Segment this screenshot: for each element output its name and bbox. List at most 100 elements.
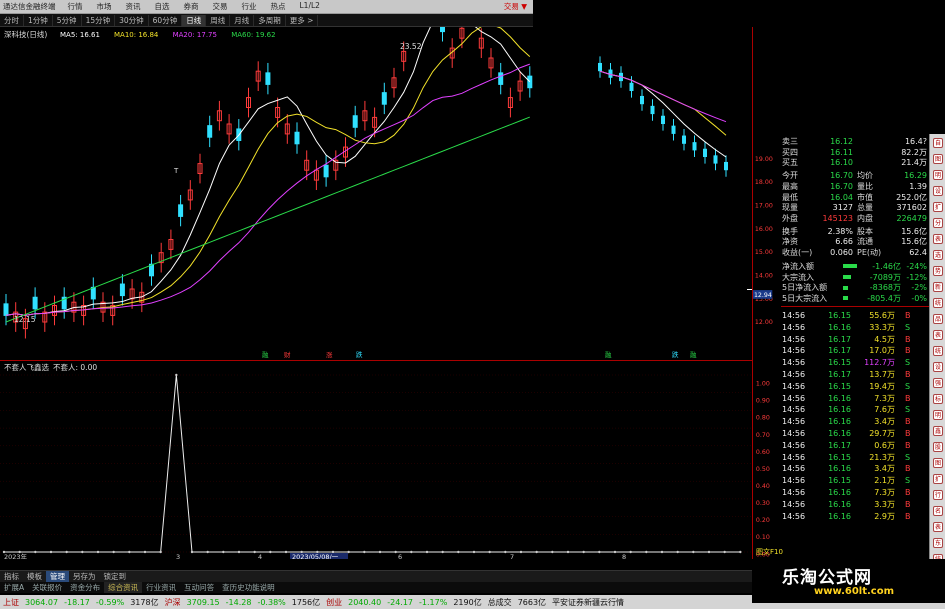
indicator-point (394, 550, 397, 554)
side-tool-icon[interactable]: 势 (933, 266, 943, 276)
side-tool-icon[interactable]: 表 (933, 330, 943, 340)
event-mark-0[interactable]: 融 (262, 350, 269, 359)
event-mark-4[interactable]: 融 (605, 350, 612, 359)
tick-volume: 33.3万 (869, 322, 895, 332)
quote-panel: 卖三 16.12 16.4? 买四 16.11 82.2万 买五 16.10 21.4万 今开 16… (781, 134, 929, 559)
sh-pct: -0.59% (95, 597, 125, 607)
quote-extra: 252.0亿 (896, 192, 927, 202)
event-mark-6[interactable]: 融 (690, 350, 697, 359)
indicator-point (159, 550, 162, 554)
side-tool-icon[interactable]: 明 (933, 410, 943, 420)
period-tab-8[interactable]: 月线 (230, 14, 255, 26)
period-tab-0[interactable]: 分时 (0, 14, 24, 26)
side-tool-icon[interactable]: 股 (933, 442, 943, 452)
quote-value: 16.70 (830, 181, 853, 191)
side-tool-icon[interactable]: 明 (933, 170, 943, 180)
sz-label[interactable]: 沪深 (162, 597, 184, 608)
sh-amount: 3178亿 (130, 597, 159, 607)
function-tab-2[interactable]: 资金分布 (66, 582, 104, 593)
tick-price: 16.15 (828, 476, 851, 486)
menu-item-2[interactable]: 资讯 (119, 1, 148, 12)
tick-side: S (905, 358, 911, 368)
time-axis-label-4: 6 (398, 553, 402, 559)
candle-body (629, 82, 634, 91)
low-price-label: 12.15 (14, 315, 36, 324)
bottom-tab-0[interactable]: 指标 (0, 571, 23, 582)
quote-value: 2.38% (827, 226, 853, 236)
f10-label[interactable]: 图文F10 (756, 547, 783, 557)
quote-row: 卖三 16.12 16.4? (781, 136, 929, 147)
side-tool-icon[interactable]: 设 (933, 186, 943, 196)
side-tool-icon[interactable]: 强 (933, 378, 943, 388)
period-tab-6[interactable]: 日线 (182, 14, 207, 26)
side-tool-icon[interactable]: 图 (933, 154, 943, 164)
indicator-chart[interactable]: 不套人飞鑫选 不套人: 0.00 2023年 3 4 2023/05/08/一 6 7 8 (0, 361, 752, 559)
period-tab-1[interactable]: 1分钟 (24, 14, 53, 26)
bottom-tab-1[interactable]: 模板 (23, 571, 46, 582)
side-tool-icon[interactable]: 名 (933, 506, 943, 516)
trade-menu[interactable]: 交易 ▼ (504, 1, 533, 12)
side-tool-icon[interactable]: 表 (933, 522, 943, 532)
event-mark-2[interactable]: 涨 (326, 350, 333, 359)
period-tab-10[interactable]: 更多 > (286, 14, 319, 26)
function-tab-6[interactable]: 查历史功能说明 (218, 582, 279, 593)
side-tool-icon[interactable]: 统 (933, 346, 943, 356)
event-mark-1[interactable]: 财 (284, 350, 291, 359)
candle-body (640, 95, 644, 105)
cy-label[interactable]: 创业 (323, 597, 345, 608)
bottom-tab-2[interactable]: 管理 (46, 571, 69, 582)
function-tab-5[interactable]: 互动问答 (180, 582, 218, 593)
side-tool-icon[interactable]: 扩 (933, 202, 943, 212)
quote-extra: 21.4万 (901, 158, 927, 168)
function-tab-3[interactable]: 综合资讯 (104, 582, 143, 593)
side-tool-icon[interactable]: 行 (933, 490, 943, 500)
sh-label[interactable]: 上证 (0, 597, 22, 608)
menu-item-5[interactable]: 交易 (206, 1, 235, 12)
period-tab-4[interactable]: 30分钟 (115, 14, 149, 26)
time-axis-label-5: 7 (510, 553, 514, 559)
side-tool-icon[interactable]: 新 (933, 282, 943, 292)
indicator-title: 不套人飞鑫选 不套人: 0.00 (4, 362, 97, 372)
tick-side: S (905, 476, 911, 486)
indicator-point (457, 550, 460, 554)
period-tab-5[interactable]: 60分钟 (149, 14, 183, 26)
candle-body (692, 142, 697, 151)
menu-item-7[interactable]: 热点 (264, 1, 293, 12)
tick-row: 14:56 16.15 19.4万 S (781, 381, 929, 392)
side-tool-icon[interactable]: 统 (933, 298, 943, 308)
menu-item-1[interactable]: 市场 (90, 1, 119, 12)
side-tool-icon[interactable]: 选 (933, 250, 943, 260)
side-tool-icon[interactable]: 表 (933, 234, 943, 244)
period-tab-7[interactable]: 周线 (206, 14, 231, 26)
menu-item-8[interactable]: L1/L2 (293, 1, 327, 12)
bottom-tab-3[interactable]: 另存为 (69, 571, 100, 582)
menu-item-4[interactable]: 券商 (177, 1, 206, 12)
side-tool-icon[interactable]: 图 (933, 458, 943, 468)
side-tool-icon[interactable]: 东 (933, 538, 943, 548)
menu-item-6[interactable]: 行业 (235, 1, 264, 12)
menu-item-3[interactable]: 自选 (148, 1, 177, 12)
side-tool-icon[interactable]: 扩 (933, 474, 943, 484)
side-tool-icon[interactable]: 自 (933, 138, 943, 148)
menu-item-0[interactable]: 行情 (61, 1, 90, 12)
quote-row: 收益(一) 0.060 PE(动) 62.4 (781, 247, 929, 258)
period-tab-9[interactable]: 多周期 (254, 14, 286, 26)
tick-price: 16.16 (828, 499, 851, 509)
flow-label: 5日净流入额 (782, 283, 828, 293)
candle-body (440, 27, 445, 33)
kline-chart[interactable]: 深科技(日线) MA5: 16.61 MA10: 16.84 MA20: 17.75… (0, 27, 752, 360)
side-tool-icon[interactable]: 分 (933, 218, 943, 228)
side-tool-icon[interactable]: 标 (933, 394, 943, 404)
function-tab-0[interactable]: 扩展A (0, 582, 28, 593)
function-tab-1[interactable]: 关联报价 (28, 582, 66, 593)
tick-time: 14:56 (782, 487, 806, 497)
bottom-tab-4[interactable]: 锁定到 (100, 571, 131, 582)
event-mark-3[interactable]: 跌 (356, 350, 363, 359)
period-tab-3[interactable]: 15分钟 (82, 14, 116, 26)
side-tool-icon[interactable]: 设 (933, 362, 943, 372)
side-tool-icon[interactable]: 鑫 (933, 426, 943, 436)
function-tab-4[interactable]: 行业资讯 (142, 582, 180, 593)
period-tab-2[interactable]: 5分钟 (53, 14, 82, 26)
event-mark-5[interactable]: 跌 (672, 350, 679, 359)
side-tool-icon[interactable]: 品 (933, 314, 943, 324)
